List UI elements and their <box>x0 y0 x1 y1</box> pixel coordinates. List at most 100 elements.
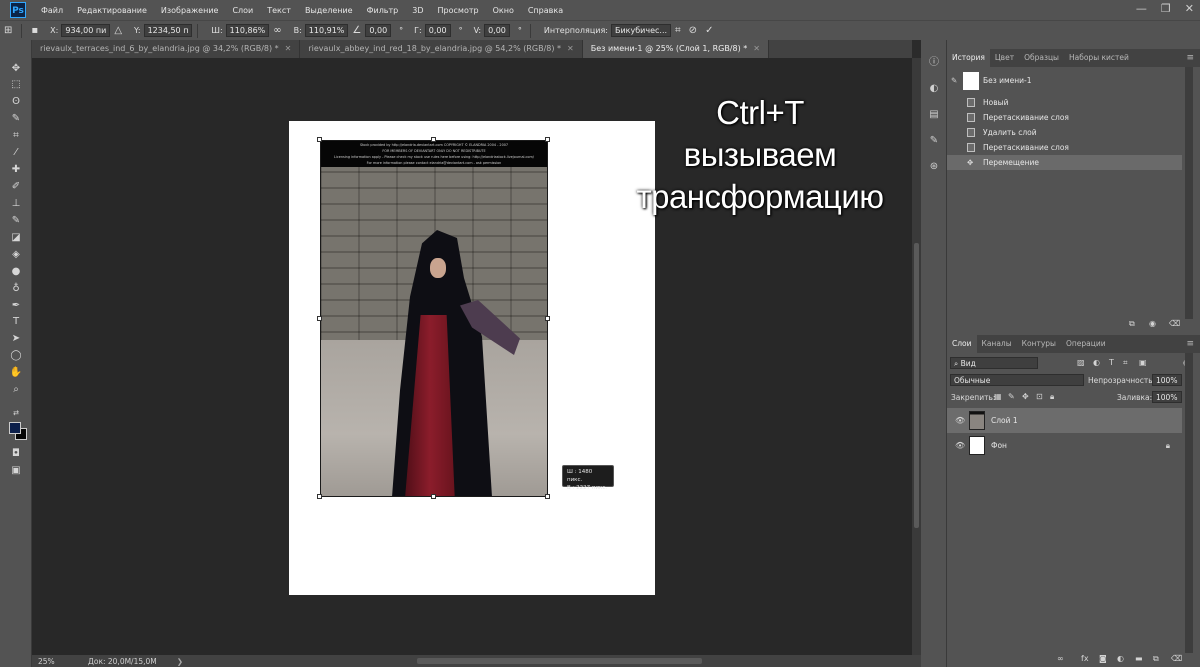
menu-select[interactable]: Выделение <box>305 6 353 15</box>
filter-type-icon[interactable]: T <box>1109 358 1114 367</box>
foreground-color-swatch[interactable] <box>9 422 21 434</box>
panel-menu-icon[interactable]: ≡ <box>1186 335 1194 353</box>
lock-transparent-icon[interactable]: ▦ <box>994 392 1002 401</box>
crop-tool-icon[interactable]: ⌗ <box>8 129 24 143</box>
lasso-tool-icon[interactable]: ʘ <box>8 95 24 109</box>
filter-smart-object-icon[interactable]: ▣ <box>1139 358 1147 367</box>
close-icon[interactable]: ✕ <box>1185 2 1194 15</box>
brush-tool-icon[interactable]: ✐ <box>8 180 24 194</box>
lock-pixels-icon[interactable]: ✎ <box>1008 392 1015 401</box>
tab-untitled-1[interactable]: Без имени-1 @ 25% (Слой 1, RGB/8) * ✕ <box>582 40 769 58</box>
link-icon[interactable]: ∞ <box>273 25 281 36</box>
paint-bucket-icon[interactable]: ◈ <box>8 248 24 262</box>
status-menu-arrow-icon[interactable]: ❯ <box>177 657 183 666</box>
height-percent-field[interactable]: 110,91% <box>304 24 349 37</box>
history-item[interactable]: Перетаскивание слоя <box>947 110 1182 125</box>
close-icon[interactable]: ✕ <box>753 44 760 53</box>
link-layers-icon[interactable]: ∞ <box>1057 654 1064 663</box>
filter-shape-icon[interactable]: ⌗ <box>1123 358 1128 368</box>
filter-pixel-icon[interactable]: ▨ <box>1077 358 1085 367</box>
menu-help[interactable]: Справка <box>528 6 563 15</box>
add-mask-icon[interactable]: ◙ <box>1099 654 1107 663</box>
history-item[interactable]: Удалить слой <box>947 125 1182 140</box>
scroll-thumb[interactable] <box>914 243 919 528</box>
adjustment-layer-icon[interactable]: ◐ <box>1117 654 1124 663</box>
cancel-transform-icon[interactable]: ⊘ <box>689 25 697 36</box>
layer-style-fx-icon[interactable]: fx <box>1081 654 1089 663</box>
x-position-field[interactable]: 934,00 пи <box>61 24 111 37</box>
history-item[interactable]: Новый <box>947 95 1182 110</box>
tab-color[interactable]: Цвет <box>990 49 1019 67</box>
layer-row[interactable]: 👁︎ Фон 🔒︎ <box>947 433 1182 458</box>
lock-position-icon[interactable]: ✥ <box>1022 392 1029 401</box>
layers-scrollbar[interactable] <box>1185 353 1193 653</box>
zoom-tool-icon[interactable]: ⌕ <box>8 383 24 397</box>
transform-handle-left[interactable] <box>317 316 322 321</box>
tab-channels[interactable]: Каналы <box>977 335 1017 353</box>
visibility-eye-icon[interactable]: 👁︎ <box>955 408 965 433</box>
warp-mode-icon[interactable]: ⌗ <box>675 25 681 36</box>
tab-swatches[interactable]: Образцы <box>1019 49 1064 67</box>
menu-image[interactable]: Изображение <box>161 6 219 15</box>
clone-stamp-icon[interactable]: ⊥ <box>8 197 24 211</box>
width-percent-field[interactable]: 110,86% <box>225 24 270 37</box>
minimize-icon[interactable]: — <box>1136 2 1147 15</box>
blur-tool-icon[interactable]: ● <box>8 265 24 279</box>
relative-position-icon[interactable]: △ <box>114 25 122 36</box>
new-group-icon[interactable]: ▬ <box>1135 654 1143 663</box>
menu-edit[interactable]: Редактирование <box>77 6 147 15</box>
menu-file[interactable]: Файл <box>41 6 63 15</box>
close-icon[interactable]: ✕ <box>285 44 292 53</box>
blend-mode-select[interactable]: Обычные <box>950 374 1084 386</box>
screen-mode-icon[interactable]: ▣ <box>8 464 24 478</box>
transform-handle-bottom[interactable] <box>431 494 436 499</box>
fill-field[interactable]: 100% <box>1152 391 1182 403</box>
type-tool-icon[interactable]: T <box>8 315 24 329</box>
layer-filter-select[interactable]: ⌕ Вид <box>950 357 1038 369</box>
opacity-field[interactable]: 100% <box>1152 374 1182 386</box>
panel-menu-icon[interactable]: ≡ <box>1186 49 1194 67</box>
eraser-tool-icon[interactable]: ◪ <box>8 231 24 245</box>
brushes-icon[interactable]: ✎ <box>927 134 941 148</box>
menu-filter[interactable]: Фильтр <box>367 6 399 15</box>
libraries-icon[interactable]: ▤ <box>927 108 941 122</box>
snapshot-camera-icon[interactable]: ◉ <box>1149 319 1156 328</box>
reference-point-icon[interactable]: ▪ <box>31 25 38 36</box>
history-snapshot[interactable]: ✎ Без имени-1 <box>947 69 1182 93</box>
quick-mask-icon[interactable]: ◘ <box>8 447 24 461</box>
quick-select-tool-icon[interactable]: ✎ <box>8 112 24 126</box>
transform-handle-top[interactable] <box>431 137 436 142</box>
history-scrollbar[interactable] <box>1185 67 1193 319</box>
trash-icon[interactable]: ⌫ <box>1169 319 1180 328</box>
history-brush-source-icon[interactable]: ✎ <box>951 69 957 93</box>
hand-tool-icon[interactable]: ✋ <box>8 366 24 380</box>
move-tool-icon[interactable]: ✥ <box>8 62 24 76</box>
close-icon[interactable]: ✕ <box>567 44 574 53</box>
marquee-tool-icon[interactable]: ⬚ <box>8 78 24 92</box>
healing-brush-icon[interactable]: ✚ <box>8 163 24 177</box>
eyedropper-tool-icon[interactable]: ⁄ <box>8 146 24 160</box>
tab-history[interactable]: История <box>947 49 990 67</box>
history-item-selected[interactable]: ✥ Перемещение <box>947 155 1182 170</box>
tab-rievaulx-terraces[interactable]: rievaulx_terraces_ind_6_by_elandria.jpg … <box>32 40 301 58</box>
layer-row[interactable]: 👁︎ Слой 1 <box>947 408 1182 433</box>
new-document-from-state-icon[interactable]: ⧉ <box>1129 319 1135 329</box>
tab-actions[interactable]: Операции <box>1061 335 1111 353</box>
tab-rievaulx-abbey[interactable]: rievaulx_abbey_ind_red_18_by_elandria.jp… <box>300 40 583 58</box>
new-layer-icon[interactable]: ⧉ <box>1153 654 1159 664</box>
zoom-level[interactable]: 25% <box>38 657 78 666</box>
menu-3d[interactable]: 3D <box>412 6 423 15</box>
horizontal-skew-field[interactable]: 0,00 <box>424 24 451 37</box>
transform-handle-right[interactable] <box>545 316 550 321</box>
filter-adjustment-icon[interactable]: ◐ <box>1093 358 1100 367</box>
info-icon[interactable]: ⓘ <box>927 56 941 70</box>
lock-all-icon[interactable]: 🔒︎ <box>1050 392 1054 402</box>
pen-tool-icon[interactable]: ✒ <box>8 299 24 313</box>
menu-type[interactable]: Текст <box>267 6 291 15</box>
swap-colors-icon[interactable]: ⇄ <box>8 406 24 420</box>
menu-window[interactable]: Окно <box>493 6 514 15</box>
path-select-tool-icon[interactable]: ➤ <box>8 332 24 346</box>
color-icon[interactable]: ◐ <box>927 82 941 96</box>
menu-view[interactable]: Просмотр <box>438 6 479 15</box>
horizontal-scroll-thumb[interactable] <box>417 658 702 664</box>
